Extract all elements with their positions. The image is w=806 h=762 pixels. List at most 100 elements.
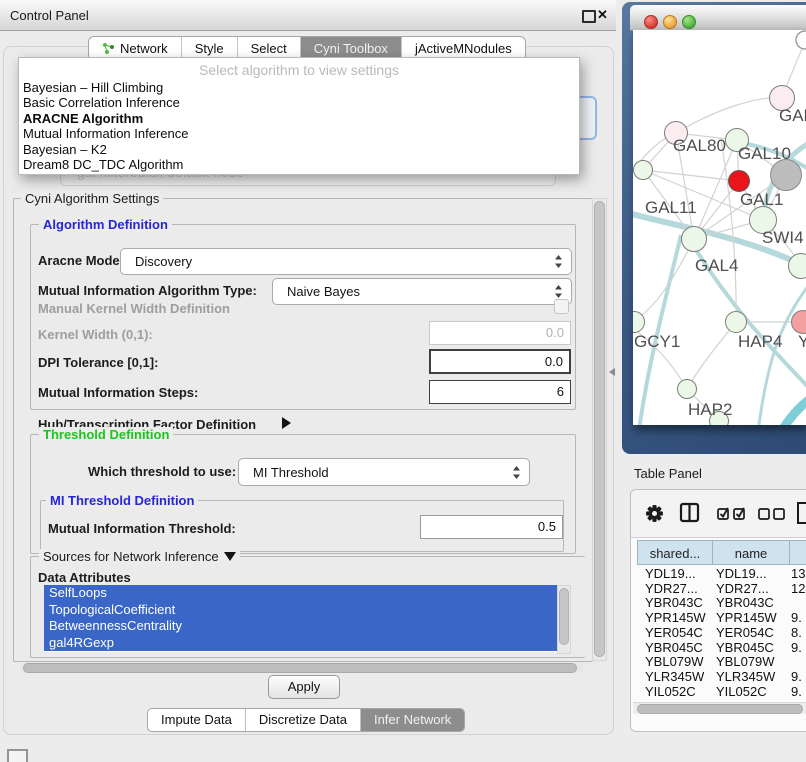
node-hap2[interactable]: [677, 379, 697, 399]
mi-steps-field[interactable]: 6: [429, 380, 571, 404]
document-icon[interactable]: [796, 501, 806, 525]
mi-steps-label: Mutual Information Steps:: [38, 385, 198, 400]
column-header-partial[interactable]: [789, 540, 806, 565]
algorithm-option-bayesian-k2[interactable]: Bayesian – K2: [19, 142, 579, 157]
algorithm-definition-title: Algorithm Definition: [43, 217, 168, 232]
network-window-titlebar: [630, 5, 806, 31]
minimize-traffic-light-icon[interactable]: [663, 15, 677, 29]
table-row[interactable]: YIL052C YIL052C 9.: [631, 685, 806, 700]
node-label-gal7: GAL7: [779, 106, 806, 126]
node-label-gal11: GAL11: [645, 198, 697, 218]
dock-icon[interactable]: [7, 749, 28, 762]
control-panel-titlebar: Control Panel ✕: [0, 0, 616, 31]
mi-algorithm-type-combo[interactable]: Naive Bayes: [272, 278, 572, 305]
node-red-selected[interactable]: [728, 170, 750, 192]
mi-threshold-label: Mutual Information Threshold:: [48, 521, 236, 536]
attribute-item[interactable]: BetweennessCentrality: [44, 618, 557, 635]
algorithm-option-dream8[interactable]: Dream8 DC_TDC Algorithm: [19, 157, 579, 172]
mi-threshold-field[interactable]: 0.5: [420, 515, 563, 539]
node-label-gal4: GAL4: [695, 256, 738, 276]
cell-shared: YLR345W: [645, 670, 704, 685]
column-header-shared[interactable]: shared...: [637, 540, 713, 565]
algorithm-option-mutual-information[interactable]: Mutual Information Inference: [19, 126, 579, 141]
algorithm-option-basic-correlation[interactable]: Basic Correlation Inference: [19, 95, 579, 110]
node-gal11[interactable]: [633, 160, 653, 180]
column-header-name[interactable]: name: [712, 540, 790, 565]
select-all-checkboxes-icon[interactable]: [717, 506, 748, 521]
which-threshold-value: MI Threshold: [239, 465, 512, 480]
node-label-swi4: SWI4: [762, 228, 804, 248]
cell-value: 9.: [791, 611, 802, 626]
attribute-item[interactable]: SelfLoops: [44, 585, 557, 602]
cell-shared: YBR043C: [645, 596, 703, 611]
table-row[interactable]: YER054C YER054C 8.: [631, 626, 806, 641]
zoom-traffic-light-icon[interactable]: [682, 15, 696, 29]
settings-horizontal-scrollbar[interactable]: [20, 662, 584, 673]
cell-name: YBR045C: [716, 641, 774, 656]
which-threshold-combo[interactable]: MI Threshold: [238, 458, 530, 486]
table-row[interactable]: YDR27... YDR27... 12: [631, 582, 806, 597]
tab-impute-data[interactable]: Impute Data: [148, 709, 245, 731]
tab-discretize-data[interactable]: Discretize Data: [245, 709, 360, 731]
sources-collapse-arrow-icon[interactable]: [224, 552, 236, 561]
apply-button[interactable]: Apply: [268, 675, 340, 699]
attributes-scrollbar-thumb[interactable]: [559, 588, 569, 645]
attribute-item[interactable]: gal4RGexp: [44, 635, 557, 652]
attribute-item[interactable]: TopologicalCoefficient: [44, 602, 557, 619]
network-canvas[interactable]: GAL7 GAL80 GAL10 GAL11 GAL1 SWI4 GAL4 GC…: [633, 30, 806, 425]
settings-vertical-scrollbar[interactable]: [592, 198, 607, 661]
table-horizontal-scrollbar[interactable]: [633, 702, 806, 714]
algorithm-option-aracne[interactable]: ARACNE Algorithm: [19, 111, 579, 126]
settings-hscrollbar-thumb[interactable]: [23, 663, 577, 673]
cell-name: YBL079W: [716, 655, 775, 670]
application-root: Control Panel ✕ Network Style Select Cyn…: [0, 0, 806, 762]
table-row[interactable]: YBL079W YBL079W: [631, 655, 806, 670]
algorithm-dropdown-placeholder: Select algorithm to view settings: [19, 58, 579, 80]
table-panel-title: Table Panel: [634, 466, 702, 481]
node-label-gal10: GAL10: [738, 144, 791, 164]
mi-algorithm-type-value: Naive Bayes: [273, 284, 554, 299]
table-panel-container: shared... name YDL19... YDL19... 13 YDR2…: [630, 489, 806, 732]
deselect-checkboxes-icon[interactable]: [758, 508, 786, 520]
manual-kernel-checkbox[interactable]: [554, 299, 569, 314]
table-hscrollbar-thumb[interactable]: [637, 704, 803, 714]
data-attributes-label: Data Attributes: [38, 570, 131, 585]
close-traffic-light-icon[interactable]: [644, 15, 658, 29]
table-row[interactable]: YLR345W YLR345W 9.: [631, 670, 806, 685]
table-row[interactable]: YBR045C YBR045C 9.: [631, 641, 806, 656]
table-toolbar: [631, 490, 806, 538]
node-label-hap2: HAP2: [688, 400, 732, 420]
cell-value: 13: [791, 567, 805, 582]
attributes-list-scrollbar[interactable]: [557, 585, 571, 654]
node-label-gal1: GAL1: [740, 190, 783, 210]
aracne-mode-combo[interactable]: Discovery: [120, 248, 572, 275]
table-row[interactable]: YDL19... YDL19... 13: [631, 567, 806, 582]
cell-name: YDL19...: [716, 567, 767, 582]
cell-name: YIL052C: [716, 685, 767, 700]
cell-shared: YDR27...: [645, 582, 698, 597]
kernel-width-label: Kernel Width (0,1):: [38, 327, 153, 342]
cell-value: 12: [791, 582, 805, 597]
cell-value: 8.: [791, 626, 802, 641]
hub-expand-arrow-icon[interactable]: [282, 417, 291, 429]
cell-shared: YBR045C: [645, 641, 703, 656]
table-row[interactable]: YBR043C YBR043C: [631, 596, 806, 611]
dpi-tolerance-field[interactable]: 0.0: [429, 349, 571, 374]
aracne-mode-value: Discovery: [121, 254, 554, 269]
columns-icon[interactable]: [679, 502, 700, 523]
node-hap4[interactable]: [725, 311, 747, 333]
cell-name: YDR27...: [716, 582, 769, 597]
float-window-icon[interactable]: [582, 10, 596, 23]
algorithm-option-bayesian-hill[interactable]: Bayesian – Hill Climbing: [19, 80, 579, 95]
settings-vscrollbar-thumb[interactable]: [594, 201, 605, 657]
tab-infer-network[interactable]: Infer Network: [360, 709, 464, 731]
partial-node: [796, 31, 806, 49]
aracne-mode-label: Aracne Mode:: [38, 253, 124, 268]
node-gal4[interactable]: [681, 226, 707, 252]
close-icon[interactable]: ✕: [597, 7, 608, 23]
dpi-tolerance-label: DPI Tolerance [0,1]:: [38, 355, 158, 370]
table-row[interactable]: YPR145W YPR145W 9.: [631, 611, 806, 626]
gear-icon[interactable]: [645, 504, 664, 523]
kernel-width-field[interactable]: 0.0: [429, 321, 571, 345]
panel-collapse-arrow[interactable]: [609, 368, 615, 376]
